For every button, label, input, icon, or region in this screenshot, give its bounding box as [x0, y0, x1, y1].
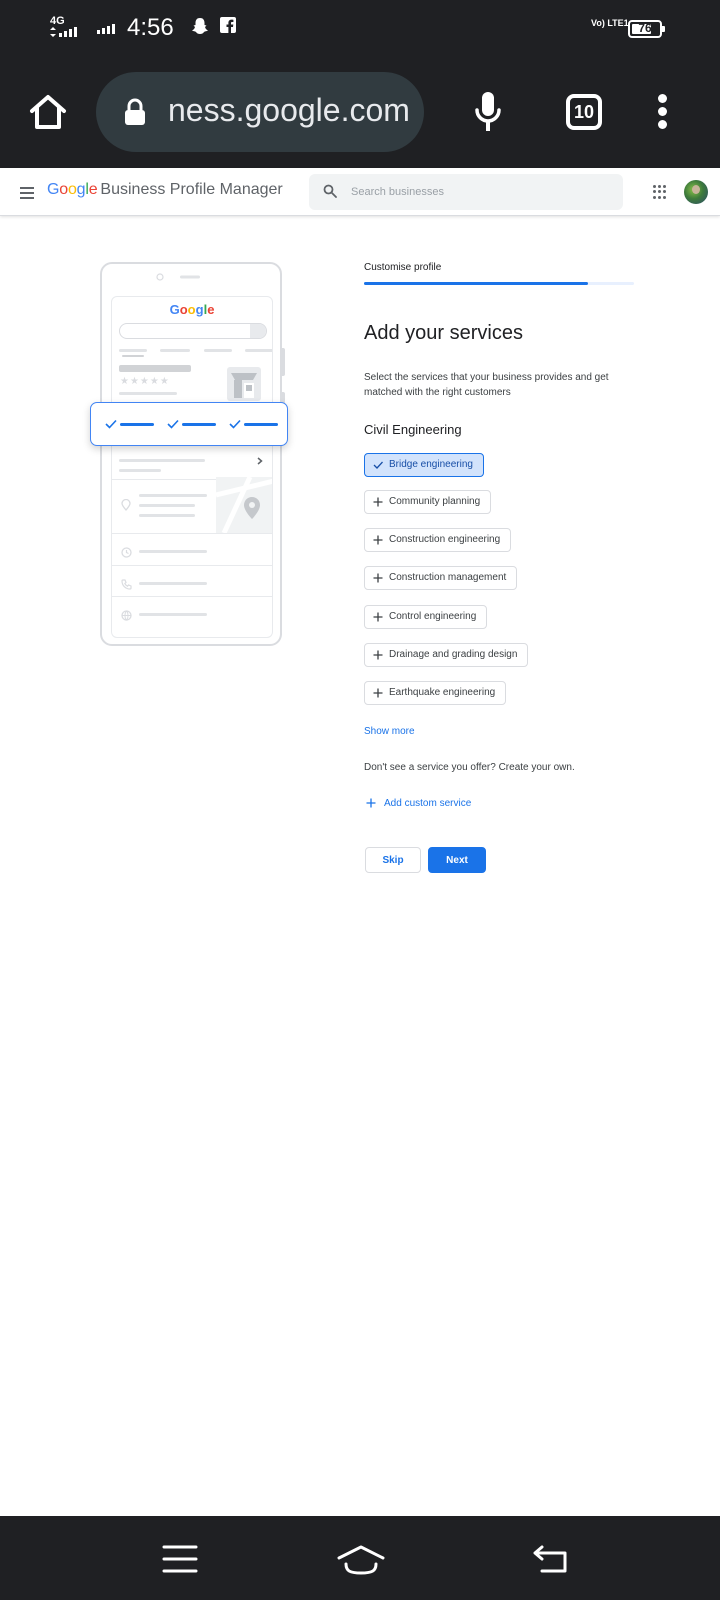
status-bar: 4G 4:56 Vo) LTE1 76	[0, 0, 720, 56]
home-icon[interactable]	[28, 92, 68, 132]
check-icon	[105, 419, 117, 429]
apps-icon[interactable]	[653, 185, 667, 199]
clock: 4:56	[127, 14, 174, 41]
illustration-map	[216, 477, 272, 533]
facebook-icon	[220, 17, 236, 33]
mic-icon[interactable]	[474, 90, 502, 134]
signal-icon	[59, 27, 77, 37]
illustration-google-logo: Google	[169, 302, 215, 317]
service-chip[interactable]: Construction management	[364, 566, 518, 590]
lock-icon	[125, 98, 145, 125]
service-chip-label: Community planning	[389, 496, 481, 507]
service-chip-label: Construction management	[389, 572, 507, 583]
avatar[interactable]	[684, 180, 708, 204]
service-chip[interactable]: Community planning	[364, 490, 492, 514]
check-icon	[167, 419, 179, 429]
illustration-phone-icon	[121, 579, 132, 590]
phone-camera-icon	[156, 273, 200, 281]
product-name: Business Profile Manager	[100, 181, 283, 198]
network-type: 4G	[50, 15, 65, 27]
add-custom-service-label: Add custom service	[384, 798, 472, 809]
show-more-link[interactable]: Show more	[364, 726, 415, 737]
illustration-stars: ★★★★★	[120, 376, 170, 387]
app-header: Google Business Profile Manager	[0, 168, 720, 216]
plus-icon	[366, 798, 376, 808]
google-logo: Google	[47, 181, 98, 198]
progress-bar	[364, 282, 634, 285]
menu-icon[interactable]	[20, 187, 34, 202]
nav-home-icon[interactable]	[336, 1544, 386, 1576]
service-category: Civil Engineering	[364, 422, 462, 437]
signal-icon	[97, 24, 115, 34]
custom-service-note: Don't see a service you offer? Create yo…	[364, 762, 575, 773]
illustration-globe-icon	[121, 610, 132, 621]
page-title: Add your services	[364, 322, 523, 344]
tabs-icon[interactable]: 10	[566, 94, 602, 130]
snapchat-icon	[192, 18, 208, 34]
service-chip-label: Construction engineering	[389, 534, 501, 545]
illustration-checklist-card	[90, 402, 288, 446]
service-chip-selected[interactable]: Bridge engineering	[364, 453, 484, 477]
add-custom-service-link[interactable]: Add custom service	[364, 798, 471, 809]
plus-icon	[373, 688, 383, 698]
url-text[interactable]: ness.google.com	[168, 92, 410, 129]
check-icon	[229, 419, 241, 429]
plus-icon	[373, 573, 383, 583]
service-chip[interactable]: Drainage and grading design	[364, 643, 529, 667]
service-chip-label: Drainage and grading design	[389, 649, 518, 660]
browser-toolbar: ness.google.com 10	[0, 56, 720, 168]
check-icon	[373, 461, 383, 469]
network-indicator: 4G	[50, 15, 82, 39]
service-chip-label: Bridge engineering	[389, 459, 473, 470]
plus-icon	[373, 650, 383, 660]
search-box[interactable]	[309, 174, 623, 210]
search-input[interactable]	[351, 174, 611, 210]
volte-indicator: Vo) LTE1	[591, 18, 629, 28]
brand[interactable]: Google Business Profile Manager	[47, 181, 283, 199]
battery-percent: 76	[638, 21, 652, 35]
illustration-pin-icon	[121, 499, 131, 511]
data-arrows-icon	[50, 27, 56, 37]
recent-apps-icon[interactable]	[162, 1544, 198, 1574]
illustration-clock-icon	[121, 547, 132, 558]
plus-icon	[373, 535, 383, 545]
battery-icon: 76	[628, 20, 665, 38]
page-description: Select the services that your business p…	[364, 372, 609, 398]
phone-screen: Google ★★★★★	[111, 296, 273, 638]
skip-button[interactable]: Skip	[365, 847, 421, 873]
illustration-search-bar	[119, 323, 267, 339]
address-bar[interactable]: ness.google.com	[96, 72, 424, 152]
progress-fill	[364, 282, 589, 285]
next-button[interactable]: Next	[428, 847, 486, 873]
service-chip-label: Control engineering	[389, 611, 477, 622]
illustration-chevron-icon	[257, 457, 263, 465]
system-nav-bar	[0, 1516, 720, 1600]
service-chip[interactable]: Construction engineering	[364, 528, 512, 552]
plus-icon	[373, 497, 383, 507]
more-vert-icon[interactable]	[658, 94, 670, 133]
phone-illustration: Google ★★★★★	[90, 262, 288, 648]
service-chip-label: Earthquake engineering	[389, 687, 496, 698]
back-icon[interactable]	[532, 1544, 568, 1574]
illustration-shop-icon	[227, 367, 261, 401]
plus-icon	[373, 612, 383, 622]
phone-frame: Google ★★★★★	[100, 262, 282, 646]
step-label: Customise profile	[364, 262, 442, 273]
service-chip[interactable]: Control engineering	[364, 605, 488, 629]
search-icon	[323, 184, 337, 198]
service-chip[interactable]: Earthquake engineering	[364, 681, 507, 705]
